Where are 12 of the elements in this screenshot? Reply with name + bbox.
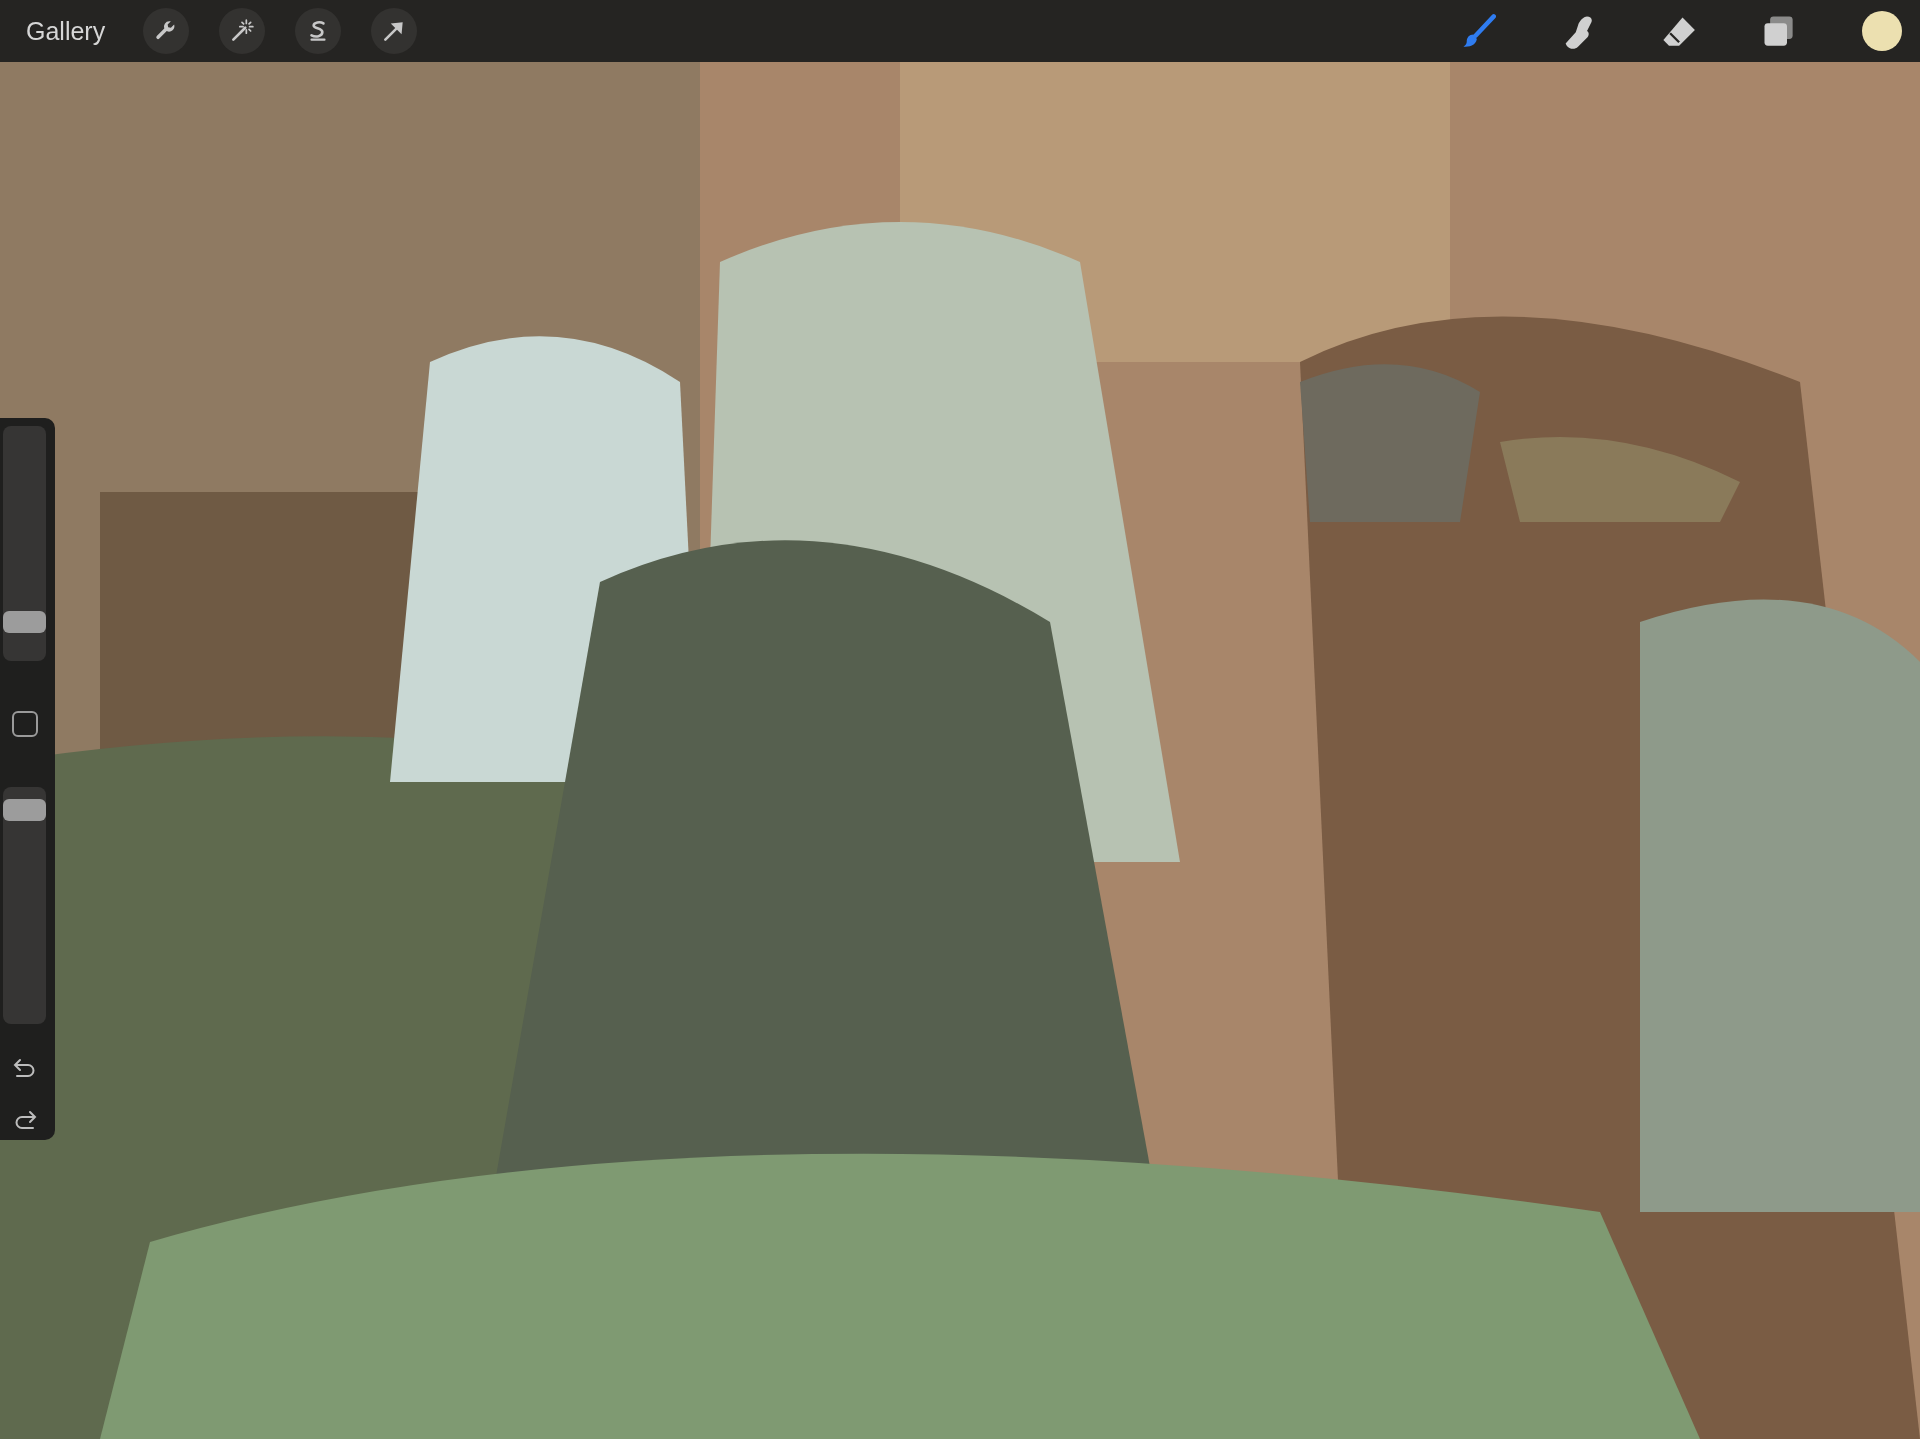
color-swatch[interactable] bbox=[1862, 11, 1902, 51]
gallery-button[interactable]: Gallery bbox=[26, 16, 106, 46]
brush-size-slider[interactable] bbox=[3, 426, 46, 662]
opacity-slider[interactable] bbox=[3, 786, 46, 1024]
slider-thumb[interactable] bbox=[3, 611, 46, 633]
selection-button[interactable] bbox=[295, 8, 342, 54]
adjustments-button[interactable] bbox=[219, 8, 266, 54]
magic-wand-icon bbox=[229, 18, 256, 44]
transform-button[interactable] bbox=[371, 8, 418, 54]
modify-button[interactable] bbox=[11, 711, 38, 737]
actions-button[interactable] bbox=[143, 8, 190, 54]
slider-thumb[interactable] bbox=[3, 798, 46, 821]
